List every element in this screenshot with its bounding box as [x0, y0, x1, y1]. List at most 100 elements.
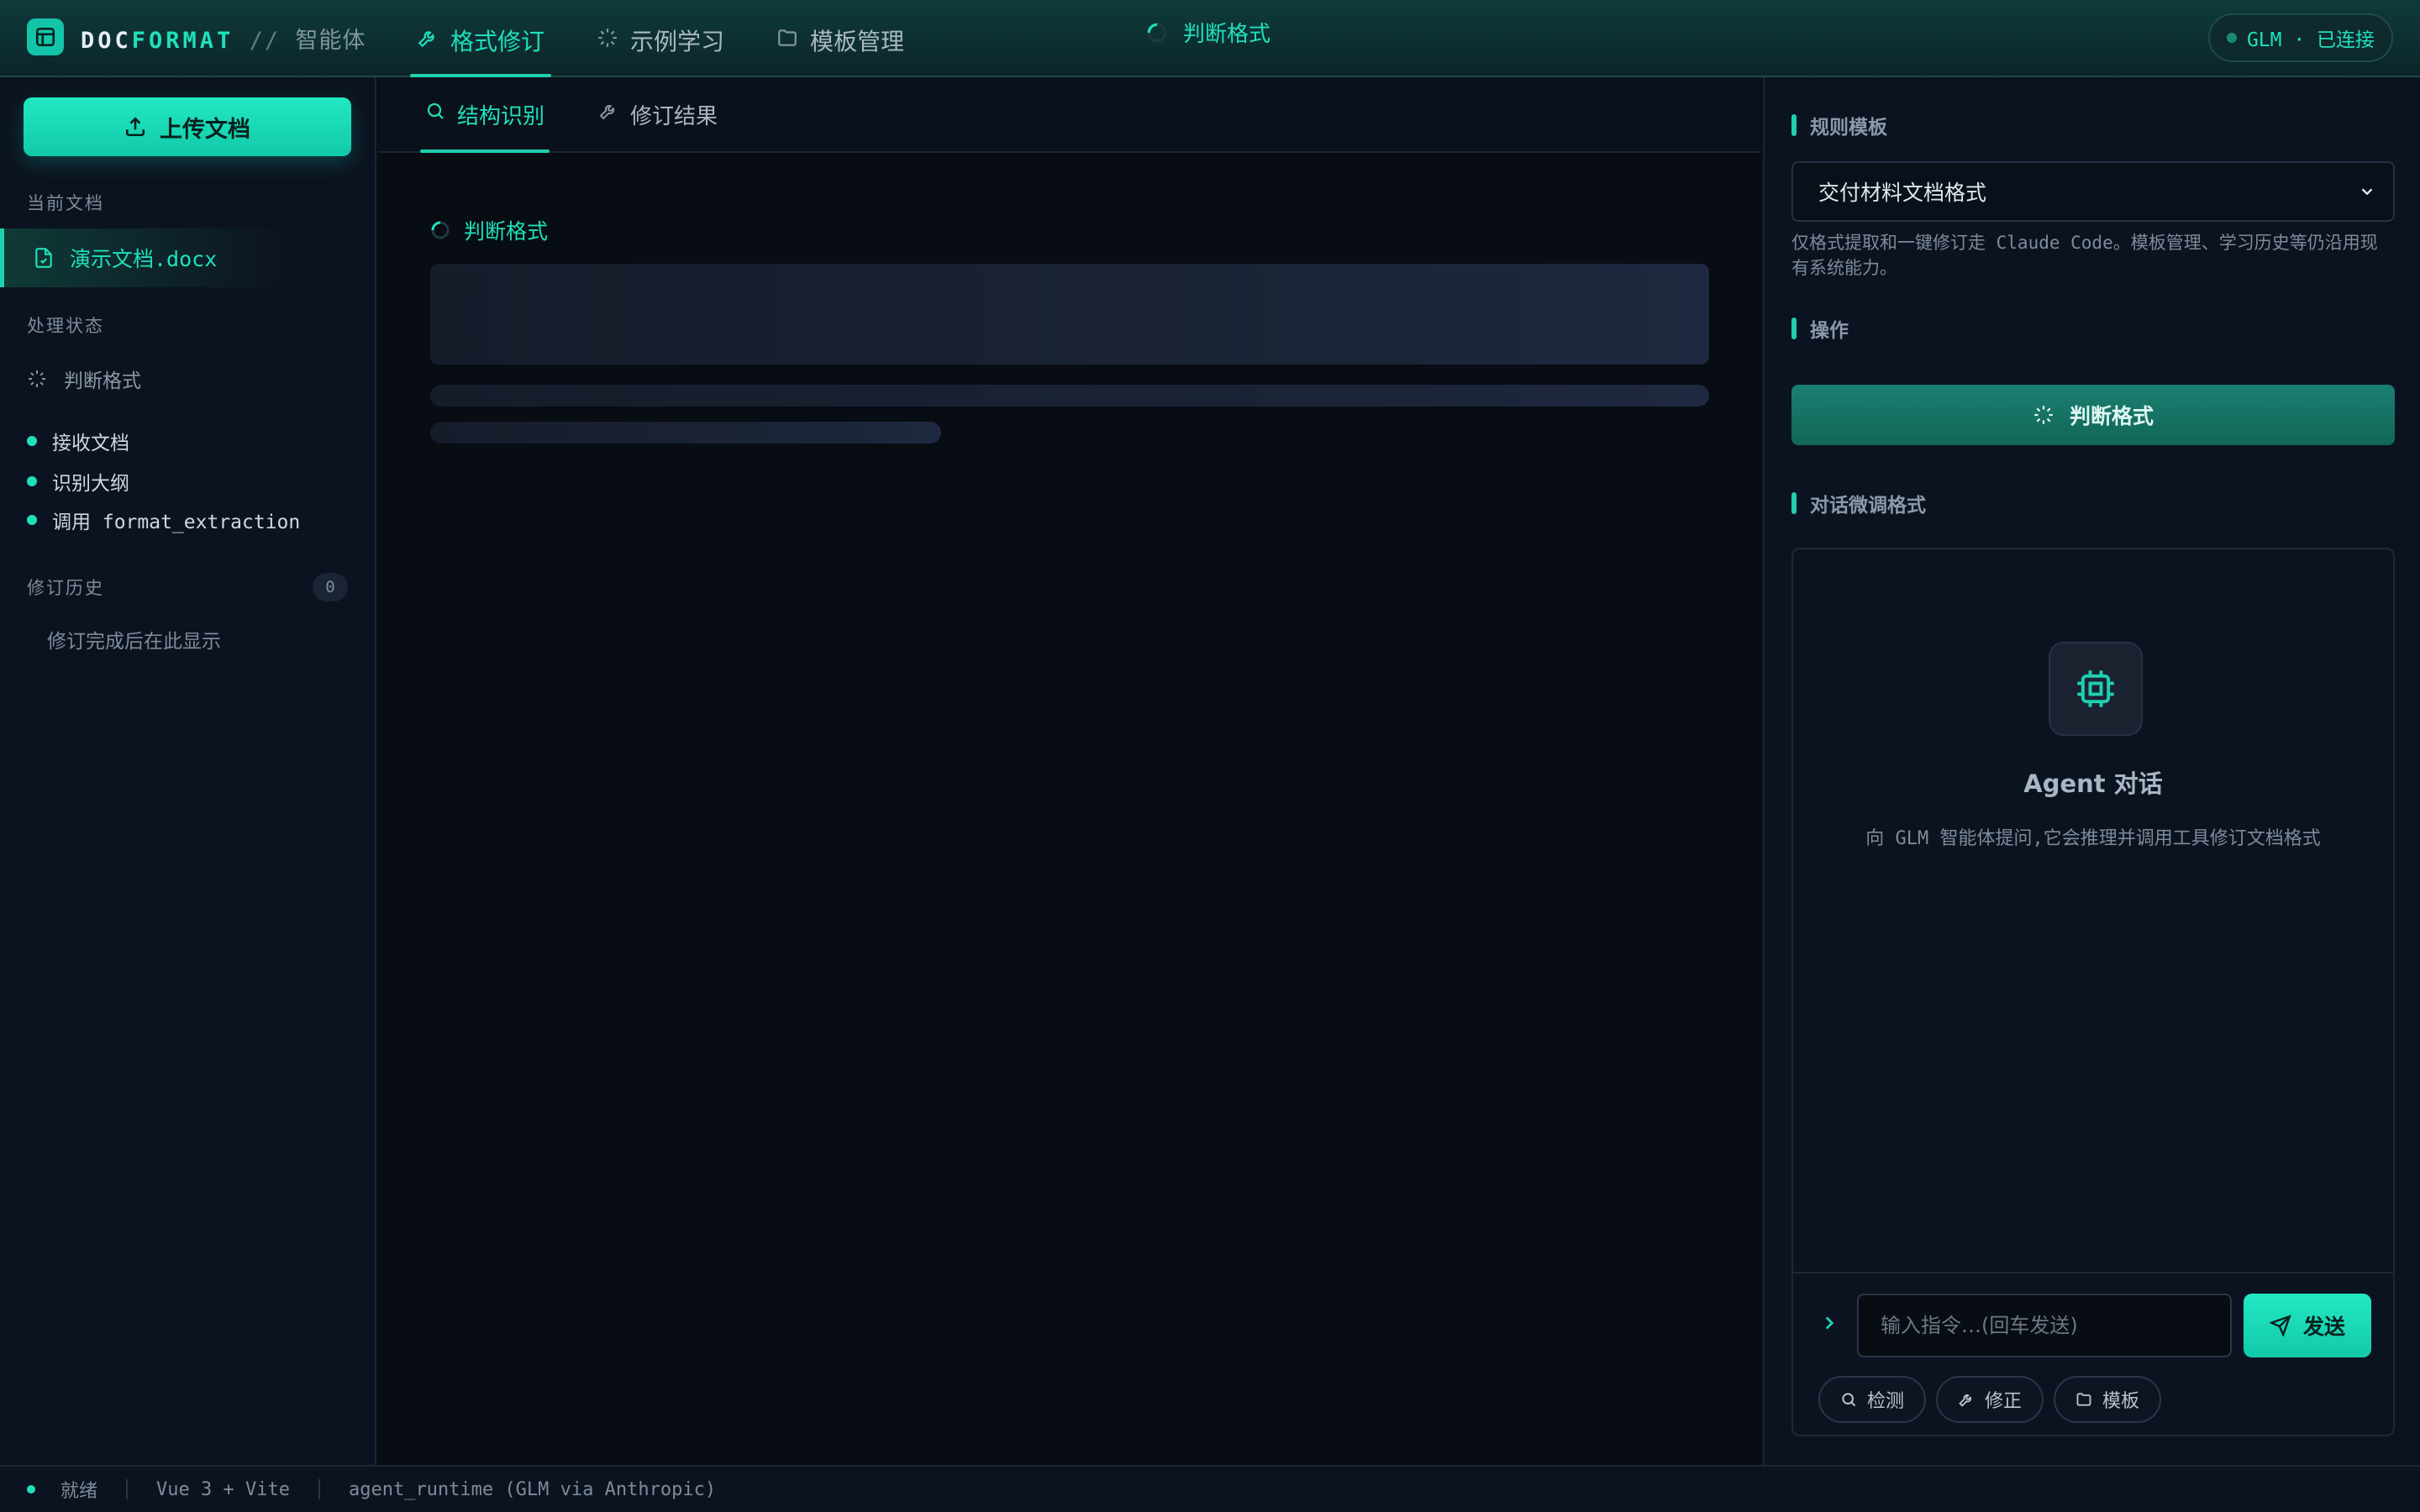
send-icon — [2269, 1315, 2291, 1336]
loader-icon — [27, 369, 47, 389]
history-empty-text: 修订完成后在此显示 — [47, 631, 221, 653]
section-marker — [1791, 114, 1797, 136]
cpu-icon — [2049, 642, 2143, 736]
divider — [318, 1479, 320, 1499]
spinner-icon — [1146, 22, 1168, 44]
chip-template[interactable]: 模板 — [2054, 1376, 2162, 1423]
step-label: 调用 format_extraction — [52, 512, 301, 533]
history-label: 修订历史 — [27, 578, 104, 598]
search-icon — [1840, 1391, 1857, 1408]
loading-indicator: 判断格式 — [430, 215, 548, 245]
ready-dot — [27, 1485, 35, 1494]
step-dot — [27, 476, 37, 486]
template-selected-value: 交付材料文档格式 — [1818, 181, 1987, 205]
top-bar: DOCFORMAT // 智能体 格式修订 示例学习 模板管理 判断格式 GLM… — [0, 0, 2420, 77]
section-marker — [1791, 318, 1797, 339]
skeleton-line — [430, 385, 1709, 407]
tab-label: 结构识别 — [457, 104, 545, 129]
main-content: 结构识别 修订结果 判断格式 — [378, 77, 1761, 1465]
nav-tab-label: 示例学习 — [630, 28, 725, 55]
step-label: 接收文档 — [52, 433, 129, 454]
current-doc-label: 当前文档 — [27, 193, 104, 213]
action-button-label: 判断格式 — [2069, 404, 2154, 428]
divider — [126, 1479, 129, 1499]
wrench-icon — [417, 27, 439, 49]
status-state: 就绪 — [60, 1481, 98, 1502]
section-marker — [1791, 492, 1797, 514]
upload-document-button[interactable]: 上传文档 — [24, 97, 351, 156]
skeleton-block — [430, 264, 1709, 365]
wrench-icon — [598, 101, 618, 121]
section-title: 对话微调格式 — [1810, 495, 1926, 517]
send-label: 发送 — [2302, 1315, 2345, 1339]
right-panel: 规则模板 交付材料文档格式 仅格式提取和一键修订走 Claude Code。模板… — [1763, 77, 2420, 1465]
chip-label: 检测 — [1867, 1391, 1905, 1412]
chip-label: 修正 — [1985, 1391, 2023, 1412]
chevron-right-icon — [1818, 1312, 1840, 1334]
tab-label: 修订结果 — [630, 104, 718, 129]
section-actions: 操作 — [1791, 314, 1849, 343]
chat-panel: Agent 对话 向 GLM 智能体提问,它会推理并调用工具修订文档格式 发送 … — [1791, 548, 2395, 1436]
chat-input[interactable] — [1857, 1294, 2232, 1357]
section-title: 规则模板 — [1810, 117, 1887, 139]
template-select[interactable]: 交付材料文档格式 — [1791, 161, 2395, 222]
status-bar: 就绪 Vue 3 + Vite agent_runtime (GLM via A… — [0, 1465, 2420, 1512]
nav-tab-label: 模板管理 — [810, 28, 905, 55]
spinner-icon — [430, 220, 450, 240]
tab-revision-result[interactable]: 修订结果 — [598, 99, 718, 153]
logo-icon — [27, 18, 64, 55]
chevron-down-icon — [2358, 182, 2376, 201]
step-item: 调用 format_extraction — [27, 506, 300, 534]
current-doc-name: 演示文档.docx — [70, 247, 218, 271]
process-current: 判断格式 — [27, 365, 141, 393]
status-runtime: agent_runtime (GLM via Anthropic) — [348, 1478, 717, 1500]
skeleton-line — [430, 422, 941, 444]
agent-description: 向 GLM 智能体提问,它会推理并调用工具修订文档格式 — [1865, 828, 2321, 849]
chat-input-area: 发送 检测 修正 模板 — [1793, 1272, 2393, 1435]
process-status-label: 处理状态 — [27, 316, 104, 336]
nav-tab-example-learning[interactable]: 示例学习 — [597, 24, 724, 77]
loader-icon — [597, 27, 618, 49]
agent-title: Agent 对话 — [2023, 769, 2163, 798]
upload-label: 上传文档 — [160, 116, 250, 143]
process-current-label: 判断格式 — [64, 370, 141, 392]
nav-tab-label: 格式修订 — [450, 28, 545, 55]
file-check-icon — [33, 247, 55, 269]
history-header: 修订历史 0 — [27, 573, 348, 601]
status-text: 判断格式 — [1183, 22, 1271, 47]
tab-structure-recognition[interactable]: 结构识别 — [419, 99, 550, 153]
chip-label: 模板 — [2102, 1391, 2140, 1412]
current-document-item[interactable]: 演示文档.docx — [0, 228, 286, 287]
connection-badge: GLM · 已连接 — [2208, 13, 2393, 62]
step-item: 接收文档 — [27, 427, 129, 455]
send-button[interactable]: 发送 — [2244, 1294, 2371, 1357]
status-stack: Vue 3 + Vite — [156, 1478, 290, 1500]
app-logo: DOCFORMAT // 智能体 — [81, 28, 366, 54]
step-dot — [27, 515, 37, 525]
sidebar: 上传文档 当前文档 演示文档.docx 处理状态 判断格式 接收文档 识别大纲 … — [0, 77, 376, 1465]
judge-format-button[interactable]: 判断格式 — [1791, 385, 2395, 445]
step-label: 识别大纲 — [52, 473, 129, 495]
step-dot — [27, 436, 37, 446]
wrench-icon — [1958, 1391, 1975, 1408]
connection-text: GLM · 已连接 — [2246, 29, 2375, 51]
nav-tab-format-revision[interactable]: 格式修订 — [409, 24, 552, 77]
chip-detect[interactable]: 检测 — [1818, 1376, 1927, 1423]
main-tabs: 结构识别 修订结果 — [378, 77, 1761, 153]
section-title: 操作 — [1810, 320, 1849, 342]
section-rule-template: 规则模板 — [1791, 111, 1887, 139]
status-dot — [2226, 33, 2237, 43]
loader-icon — [2033, 404, 2054, 426]
folder-icon — [776, 27, 798, 49]
history-count-badge: 0 — [313, 573, 348, 601]
template-note: 仅格式提取和一键修订走 Claude Code。模板管理、学习历史等仍沿用现有系… — [1791, 233, 2378, 278]
loading-text: 判断格式 — [464, 219, 549, 244]
nav-tab-template-management[interactable]: 模板管理 — [776, 24, 904, 77]
processing-status: 判断格式 — [1146, 17, 1270, 48]
step-item: 识别大纲 — [27, 467, 129, 496]
folder-icon — [2075, 1391, 2092, 1408]
search-icon — [425, 101, 445, 121]
upload-icon — [124, 116, 146, 138]
section-chat: 对话微调格式 — [1791, 489, 1926, 517]
chip-fix[interactable]: 修正 — [1936, 1376, 2044, 1423]
